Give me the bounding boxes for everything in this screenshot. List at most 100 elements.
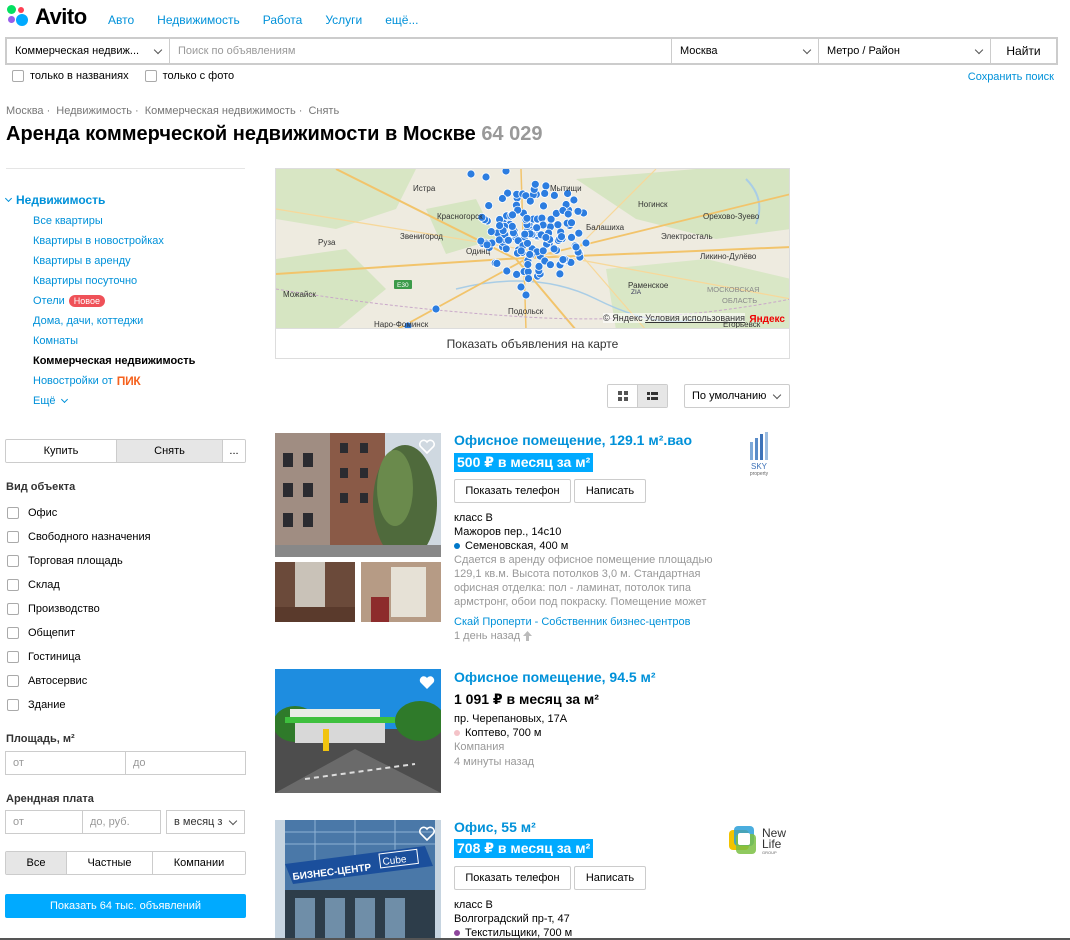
type-option[interactable]: Торговая площадь: [7, 549, 151, 573]
type-option[interactable]: Автосервис: [7, 669, 151, 693]
breadcrumb-item[interactable]: Коммерческая недвижимость: [145, 105, 296, 117]
sidebar-item-more[interactable]: Ещё: [33, 391, 195, 411]
owner-companies[interactable]: Компании: [153, 852, 245, 874]
show-phone-button[interactable]: Показать телефон: [454, 479, 571, 503]
sidebar-item-all-apartments[interactable]: Все квартиры: [33, 211, 195, 231]
nav-more[interactable]: ещё...: [385, 13, 418, 27]
area-to-input[interactable]: до: [126, 751, 246, 775]
logo-name2: Life: [762, 836, 782, 851]
search-input[interactable]: Поиск по объявлениям: [170, 39, 672, 63]
category-list: Все квартиры Квартиры в новостройках Ква…: [33, 211, 195, 411]
type-option[interactable]: Общепит: [7, 621, 151, 645]
sidebar-item-commercial[interactable]: Коммерческая недвижимость: [33, 351, 195, 371]
area-from-input[interactable]: от: [5, 751, 126, 775]
only-photo-option[interactable]: только с фото: [144, 70, 234, 82]
search-button[interactable]: Найти: [991, 39, 1056, 63]
checkbox[interactable]: [7, 507, 19, 519]
listing-photo[interactable]: [275, 433, 441, 557]
checkbox[interactable]: [7, 531, 19, 543]
map-marker: [567, 218, 576, 228]
rent-to-input[interactable]: до, руб.: [83, 810, 161, 834]
checkbox[interactable]: [7, 579, 19, 591]
checkbox[interactable]: [7, 699, 19, 711]
map-marker: [567, 233, 576, 242]
map-preview[interactable]: Истра Мытищи Ногинск Красногорск Балаших…: [275, 168, 790, 329]
checkbox[interactable]: [144, 70, 157, 82]
rent-from-input[interactable]: от: [5, 810, 83, 834]
listing-title[interactable]: Офисное помещение, 129.1 м².вао: [454, 432, 692, 448]
sidebar-item-houses[interactable]: Дома, дачи, коттеджи: [33, 311, 195, 331]
sidebar-item-pik[interactable]: Новостройки от ПИК: [33, 371, 195, 391]
sidebar-item-hotels[interactable]: Отели Новое: [33, 291, 195, 311]
checkbox[interactable]: [7, 675, 19, 687]
listing-photo[interactable]: [275, 669, 441, 793]
sidebar-item-rooms[interactable]: Комнаты: [33, 331, 195, 351]
deal-rent[interactable]: Снять: [117, 440, 223, 462]
checkbox[interactable]: [7, 651, 19, 663]
sort-select[interactable]: По умолчанию: [684, 384, 790, 408]
category-select[interactable]: Коммерческая недвиж...: [7, 39, 170, 63]
map-marker: [571, 242, 581, 252]
sky-logo: SKY property: [744, 432, 774, 477]
show-on-map-button[interactable]: Показать объявления на карте: [275, 328, 790, 359]
save-search-link[interactable]: Сохранить поиск: [968, 71, 1054, 83]
sidebar-item-rent-apartments[interactable]: Квартиры в аренду: [33, 251, 195, 271]
show-results-button[interactable]: Показать 64 тыс. объявлений: [5, 894, 246, 918]
only-titles-option[interactable]: только в названиях: [12, 70, 129, 82]
type-option[interactable]: Производство: [7, 597, 151, 621]
map-label: ОБЛАСТЬ: [722, 296, 757, 305]
grid-view-button[interactable]: [608, 385, 638, 407]
sidebar-item-daily[interactable]: Квартиры посуточно: [33, 271, 195, 291]
breadcrumb-item[interactable]: Недвижимость: [56, 105, 132, 117]
nav-realty[interactable]: Недвижимость: [157, 13, 240, 27]
deal-buy[interactable]: Купить: [6, 440, 117, 462]
listing-price-text: 708 ₽ в месяц за м²: [454, 839, 594, 858]
write-button[interactable]: Написать: [574, 866, 646, 890]
map-terms-link[interactable]: Условия использования: [645, 313, 745, 323]
type-label: Офис: [28, 507, 58, 519]
breadcrumb-item[interactable]: Москва: [6, 105, 44, 117]
checkbox[interactable]: [7, 555, 19, 567]
listing-photo[interactable]: БИЗНЕС-ЦЕНТР Cube: [275, 820, 441, 940]
favorite-heart-icon[interactable]: [419, 675, 435, 690]
sidebar-item-label: Квартиры посуточно: [33, 275, 138, 287]
show-phone-button[interactable]: Показать телефон: [454, 866, 571, 890]
listing-title[interactable]: Офисное помещение, 94.5 м²: [454, 669, 656, 685]
owner-private[interactable]: Частные: [67, 852, 153, 874]
map-marker: [569, 195, 579, 205]
listing-title[interactable]: Офис, 55 м²: [454, 819, 536, 835]
nav-jobs[interactable]: Работа: [263, 13, 303, 27]
breadcrumb-item[interactable]: Снять: [308, 105, 339, 117]
list-view-button[interactable]: [638, 385, 667, 407]
type-option[interactable]: Гостиница: [7, 645, 151, 669]
type-option[interactable]: Склад: [7, 573, 151, 597]
nav-auto[interactable]: Авто: [108, 13, 134, 27]
listing-thumb[interactable]: [275, 562, 355, 622]
rent-period-select[interactable]: в месяц з: [166, 810, 245, 834]
type-option[interactable]: Здание: [7, 693, 151, 717]
seller-link[interactable]: Скай Проперти - Собственник бизнес-центр…: [454, 615, 690, 629]
favorite-heart-icon[interactable]: [419, 439, 435, 454]
checkbox[interactable]: [7, 627, 19, 639]
type-option[interactable]: Свободного назначения: [7, 525, 151, 549]
avito-logo[interactable]: Avito: [6, 4, 87, 30]
sidebar-item-label: Комнаты: [33, 335, 78, 347]
sidebar-item-new-buildings[interactable]: Квартиры в новостройках: [33, 231, 195, 251]
owner-all[interactable]: Все: [6, 852, 67, 874]
listing-thumb[interactable]: [361, 562, 441, 622]
metro-value: Метро / Район: [827, 45, 900, 57]
type-label: Свободного назначения: [28, 531, 151, 543]
favorite-heart-icon[interactable]: [419, 826, 435, 841]
description-line: офисная отделка: пол - ламинат, потолок …: [454, 582, 691, 594]
map-marker: [558, 255, 568, 264]
nav-services[interactable]: Услуги: [325, 13, 362, 27]
category-root[interactable]: Недвижимость: [4, 193, 105, 207]
type-option[interactable]: Офис: [7, 501, 151, 525]
deal-more[interactable]: ...: [223, 440, 245, 462]
city-select[interactable]: Москва: [672, 39, 819, 63]
map-marker: [521, 290, 531, 300]
metro-select[interactable]: Метро / Район: [819, 39, 991, 63]
write-button[interactable]: Написать: [574, 479, 646, 503]
checkbox[interactable]: [12, 70, 24, 82]
checkbox[interactable]: [7, 603, 19, 615]
